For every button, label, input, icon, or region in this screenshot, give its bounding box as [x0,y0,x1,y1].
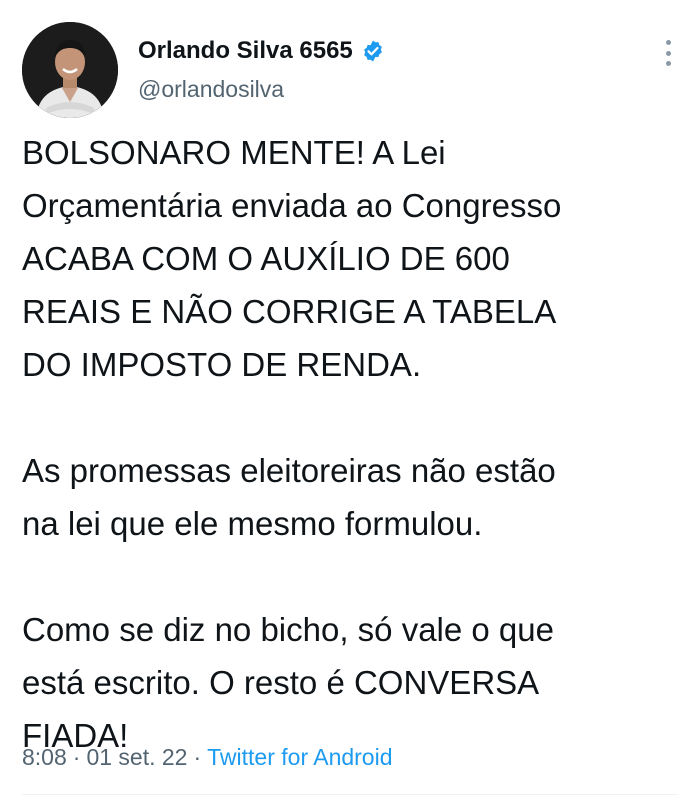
avatar[interactable] [22,22,118,118]
tweet-line: REAIS E NÃO CORRIGE A TABELA [22,293,557,330]
tweet-line: Orçamentária enviada ao Congresso [22,187,562,224]
author-display-name[interactable]: Orlando Silva 6565 [138,37,353,65]
tweet-source-link[interactable]: Twitter for Android [207,744,392,770]
tweet-line: As promessas eleitoreiras não estão [22,452,556,489]
meta-separator: · [72,744,81,770]
tweet-meta: 8:08 · 01 set. 22 · Twitter for Android [22,744,393,771]
tweet-paragraph: As promessas eleitoreiras não estão na l… [22,444,682,550]
tweet-paragraph: Como se diz no bicho, só vale o que está… [22,603,682,762]
tweet-card: Orlando Silva 6565 @orlandosilva BOLSONA… [0,0,700,800]
tweet-paragraph: BOLSONARO MENTE! A Lei Orçamentária envi… [22,126,682,391]
tweet-time[interactable]: 8:08 [22,744,67,770]
tweet-line: está escrito. O resto é CONVERSA [22,664,540,701]
verified-badge-icon [361,39,385,63]
tweet-line: Como se diz no bicho, só vale o que [22,611,554,648]
avatar-photo [22,22,118,118]
tweet-line: na lei que ele mesmo formulou. [22,505,483,542]
tweet-text: BOLSONARO MENTE! A Lei Orçamentária envi… [22,126,682,762]
tweet-date[interactable]: 01 set. 22 [86,744,187,770]
tweet-line: ACABA COM O AUXÍLIO DE 600 [22,240,510,277]
author-handle[interactable]: @orlandosilva [138,76,284,103]
more-vertical-icon[interactable] [658,36,678,70]
tweet-line: BOLSONARO MENTE! A Lei [22,134,446,171]
meta-separator: · [193,744,202,770]
tweet-line: DO IMPOSTO DE RENDA. [22,346,422,383]
divider [22,794,678,795]
author-name-row: Orlando Silva 6565 [138,36,385,66]
